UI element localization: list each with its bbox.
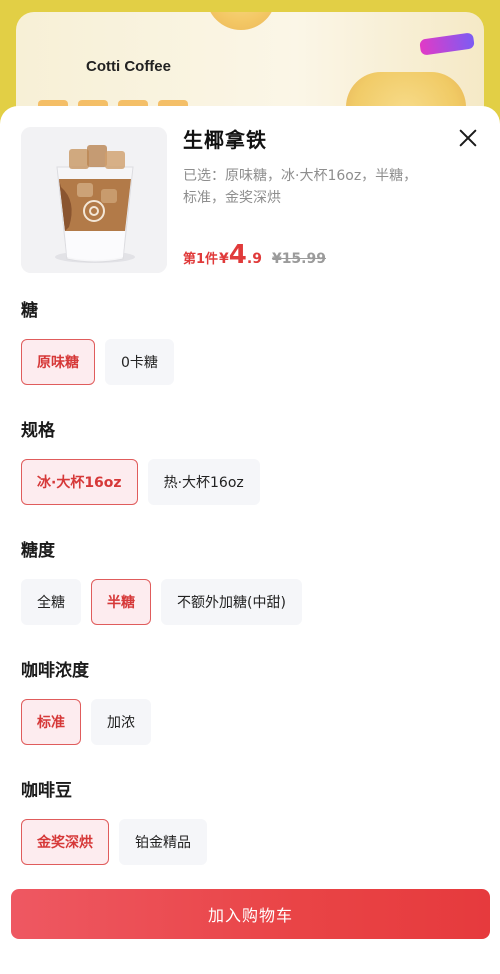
option-platinum-select[interactable]: 铂金精品 — [119, 819, 207, 865]
price-row: 第1件 ¥ 4 .9 ¥15.99 — [183, 242, 326, 268]
option-full-sugar[interactable]: 全糖 — [21, 579, 81, 625]
option-original-sugar[interactable]: 原味糖 — [21, 339, 95, 385]
option-group-coffee-bean: 咖啡豆 金奖深烘 铂金精品 — [21, 776, 481, 865]
promo-badge — [419, 32, 475, 56]
product-info: 生椰拿铁 已选：原味糖，冰·大杯16oz，半糖，标准，金奖深烘 — [183, 124, 433, 209]
option-iced-large[interactable]: 冰·大杯16oz — [21, 459, 138, 505]
option-group-size: 规格 冰·大杯16oz 热·大杯16oz — [21, 416, 481, 505]
selected-options-summary: 已选：原味糖，冰·大杯16oz，半糖，标准，金奖深烘 — [183, 168, 418, 206]
price-prefix: 第1件 — [183, 252, 219, 267]
option-no-extra-sugar[interactable]: 不额外加糖(中甜) — [161, 579, 302, 625]
option-group-sweetness: 糖度 全糖 半糖 不额外加糖(中甜) — [21, 536, 481, 625]
option-extra-shot[interactable]: 加浓 — [91, 699, 151, 745]
option-group-title: 咖啡豆 — [21, 781, 72, 801]
option-standard-strength[interactable]: 标准 — [21, 699, 81, 745]
option-group-title: 规格 — [21, 421, 55, 441]
product-options-sheet: 生椰拿铁 已选：原味糖，冰·大杯16oz，半糖，标准，金奖深烘 第1件 ¥ 4 … — [0, 106, 500, 974]
option-group-title: 糖度 — [21, 541, 55, 561]
option-half-sugar[interactable]: 半糖 — [91, 579, 151, 625]
option-group-coffee-strength: 咖啡浓度 标准 加浓 — [21, 656, 481, 745]
product-image — [21, 127, 167, 273]
close-icon — [459, 129, 477, 147]
price-integer: 4 — [228, 240, 247, 270]
original-price: ¥15.99 — [271, 251, 326, 267]
price-currency: ¥ — [219, 251, 229, 267]
price-decimal: .9 — [246, 251, 262, 267]
product-name: 生椰拿铁 — [183, 128, 267, 152]
add-to-cart-button[interactable]: 加入购物车 — [11, 889, 490, 939]
brand-logo-text: Cotti Coffee — [86, 58, 171, 75]
option-zero-cal-sugar[interactable]: 0卡糖 — [105, 339, 174, 385]
option-gold-dark-roast[interactable]: 金奖深烘 — [21, 819, 109, 865]
option-hot-large[interactable]: 热·大杯16oz — [147, 459, 260, 505]
close-button[interactable] — [456, 126, 480, 150]
option-group-title: 咖啡浓度 — [21, 661, 89, 681]
option-group-sugar: 糖 原味糖 0卡糖 — [21, 296, 481, 385]
option-group-title: 糖 — [21, 301, 38, 321]
orange-slice-graphic — [206, 12, 276, 30]
